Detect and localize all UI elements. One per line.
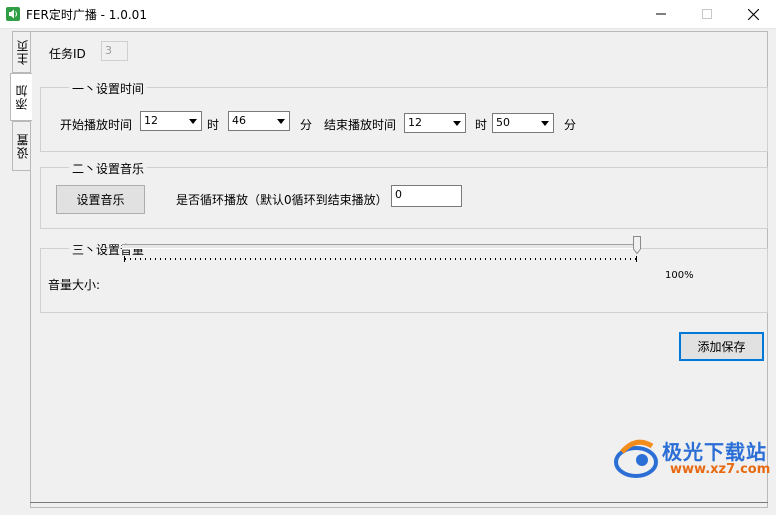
minimize-button[interactable]: [638, 0, 684, 28]
watermark-name: 极光下载站: [662, 440, 767, 464]
volume-label: 音量大小:: [48, 278, 101, 292]
watermark-logo-icon: [614, 439, 658, 478]
close-button[interactable]: [730, 0, 776, 28]
start-minute-select[interactable]: 46: [228, 111, 290, 131]
start-minute-unit: 分: [300, 118, 313, 132]
volume-value: 100%: [665, 270, 694, 281]
volume-slider-track[interactable]: [122, 244, 637, 249]
volume-slider-thumb[interactable]: [633, 236, 641, 254]
start-hour-value: 12: [144, 114, 158, 127]
tick-end: [636, 256, 637, 262]
end-hour-select[interactable]: 12: [404, 113, 466, 133]
tab-add-label: 添加: [15, 84, 29, 110]
window-title: FER定时广播 - 1.0.01: [26, 8, 147, 22]
tab-add[interactable]: 添加: [10, 73, 32, 121]
music-group-title: 二丶设置音乐: [69, 160, 148, 177]
chevron-down-icon: [184, 112, 201, 130]
tab-home[interactable]: 主页: [12, 31, 31, 73]
set-music-button[interactable]: 设置音乐: [56, 185, 145, 214]
start-hour-select[interactable]: 12: [140, 111, 202, 131]
end-hour-unit: 时: [475, 118, 488, 132]
speaker-icon: [6, 7, 20, 21]
tab-settings-label: 设置: [15, 133, 30, 159]
tab-page-bottom-edge: [30, 502, 768, 503]
tick-start: [124, 256, 125, 262]
maximize-icon: [702, 9, 712, 19]
minimize-icon: [656, 13, 666, 15]
chevron-down-icon: [272, 112, 289, 130]
start-hour-unit: 时: [207, 118, 220, 132]
tab-settings[interactable]: 设置: [12, 121, 31, 171]
loop-label: 是否循环播放（默认0循环到结束播放）: [176, 193, 388, 207]
end-hour-value: 12: [408, 116, 422, 129]
chevron-down-icon: [536, 114, 553, 132]
watermark-url: www.xz7.com: [670, 462, 771, 477]
add-save-button[interactable]: 添加保存: [679, 332, 764, 361]
close-icon: [747, 8, 759, 20]
end-minute-select[interactable]: 50: [492, 113, 554, 133]
task-id-label: 任务ID: [49, 47, 86, 61]
volume-slider-ticks: [125, 256, 637, 262]
end-time-label: 结束播放时间: [324, 118, 397, 132]
tab-home-label: 主页: [15, 39, 30, 65]
chevron-down-icon: [448, 114, 465, 132]
start-time-label: 开始播放时间: [60, 118, 133, 132]
end-minute-value: 50: [496, 116, 510, 129]
start-minute-value: 46: [232, 114, 246, 127]
end-minute-unit: 分: [564, 118, 577, 132]
watermark: 极光下载站 www.xz7.com: [612, 432, 772, 488]
maximize-button[interactable]: [684, 0, 730, 28]
task-id-field: 3: [101, 41, 128, 61]
title-bar: FER定时广播 - 1.0.01: [0, 0, 776, 29]
time-group-title: 一丶设置时间: [69, 80, 148, 97]
loop-count-field[interactable]: 0: [391, 185, 462, 207]
